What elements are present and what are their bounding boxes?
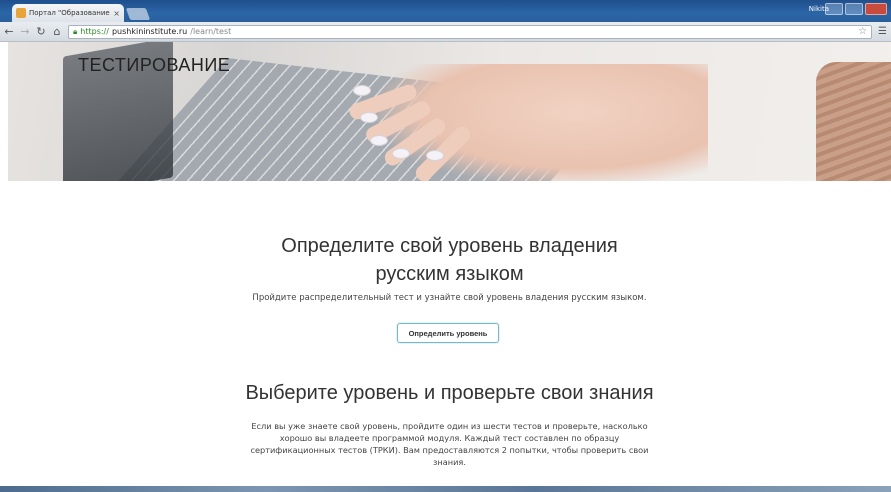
favicon-icon: [16, 8, 26, 18]
forward-icon[interactable]: →: [20, 25, 30, 38]
page-title: ТЕСТИРОВАНИЕ: [78, 55, 231, 75]
menu-icon[interactable]: ☰: [878, 26, 887, 37]
hero-banner: ТЕСТИРОВАНИЕ: [8, 42, 891, 181]
nail-image: [370, 135, 388, 146]
nail-image: [392, 148, 410, 159]
knowledge-text: Если вы уже знаете свой уровень, пройдит…: [250, 421, 649, 467]
url-host: pushkininstitute.ru: [111, 27, 188, 36]
maximize-icon[interactable]: [845, 3, 863, 15]
back-icon[interactable]: ←: [4, 25, 14, 38]
browser-tab[interactable]: Портал "Образование н ×: [12, 4, 124, 22]
nail-image: [353, 85, 371, 96]
determine-level-button[interactable]: Определить уровень: [397, 323, 499, 343]
level-heading-line2: русским языком: [375, 263, 524, 285]
level-heading-line1: Определите свой уровень владения: [281, 235, 618, 257]
knowledge-heading: Выберите уровень и проверьте свои знания: [245, 382, 654, 404]
nail-image: [426, 150, 444, 161]
window-titlebar: Портал "Образование н × Nikita: [0, 0, 891, 22]
new-tab-button[interactable]: [125, 8, 151, 20]
level-heading: Определите свой уровень владения русским…: [8, 232, 891, 288]
level-description: Пройдите распределительный тест и узнайт…: [252, 293, 647, 303]
lock-icon: 🔒︎: [73, 26, 78, 36]
tab-title: Портал "Образование н: [29, 9, 111, 17]
tab-close-icon[interactable]: ×: [113, 9, 120, 18]
star-icon[interactable]: ☆: [858, 26, 867, 37]
reload-icon[interactable]: ↻: [36, 25, 46, 38]
os-taskbar: [0, 486, 891, 492]
address-bar[interactable]: 🔒︎ https://pushkininstitute.ru/learn/tes…: [68, 24, 873, 39]
main-content: Определите свой уровень владения русским…: [8, 181, 891, 486]
close-window-icon[interactable]: [865, 3, 887, 15]
window-controls: [825, 3, 887, 15]
sweater-sleeve-image: [816, 62, 891, 181]
nail-image: [360, 112, 378, 123]
minimize-icon[interactable]: [825, 3, 843, 15]
url-scheme: https://: [80, 27, 109, 36]
home-icon[interactable]: ⌂: [52, 25, 62, 38]
browser-toolbar: ← → ↻ ⌂ 🔒︎ https://pushkininstitute.ru/l…: [0, 22, 891, 42]
url-path: /learn/test: [190, 27, 232, 36]
